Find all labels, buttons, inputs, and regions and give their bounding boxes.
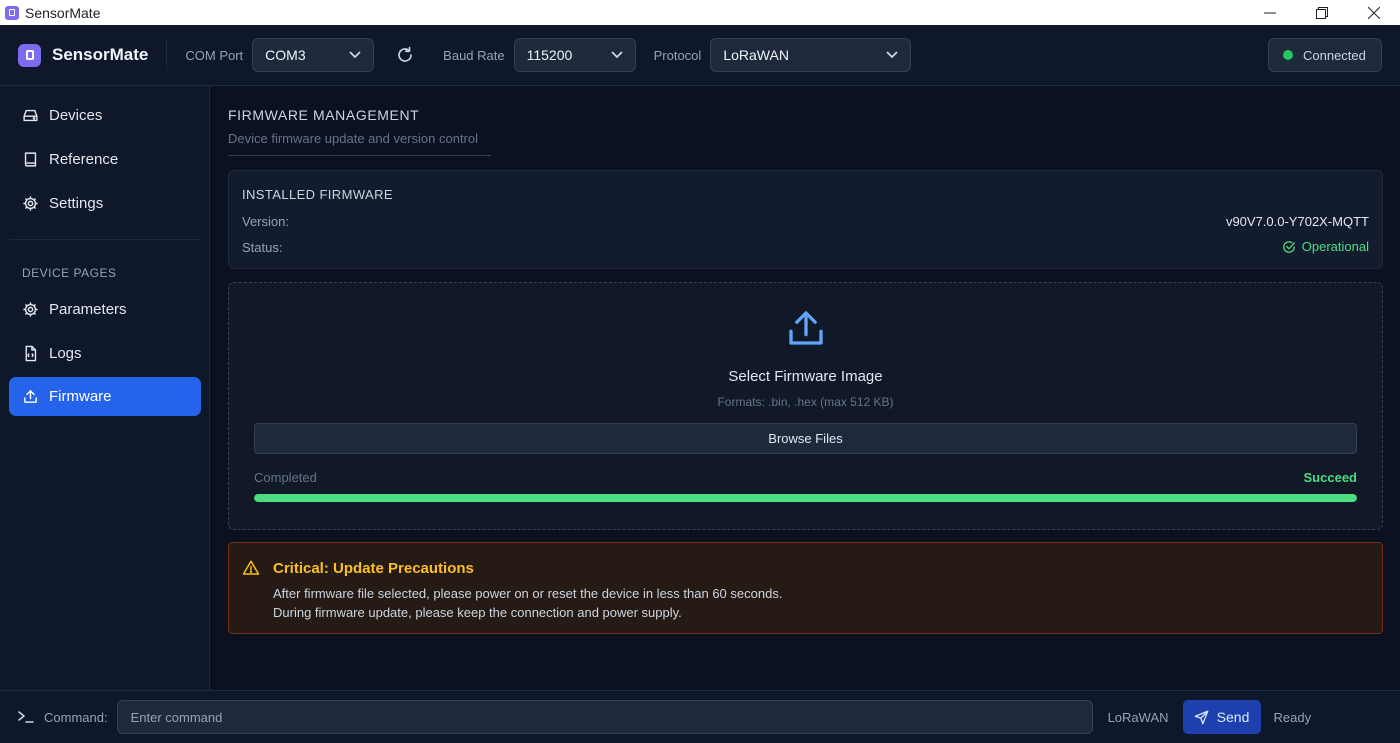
sidebar-divider [9,239,201,240]
firmware-page: FIRMWARE MANAGEMENT Device firmware upda… [211,86,1400,690]
com-port-select[interactable]: COM3 [252,38,375,72]
version-value: v90V7.0.0-Y702X-MQTT [1225,214,1369,229]
version-label: Version: [242,214,289,229]
send-label: Send [1216,709,1250,725]
drive-icon [23,109,38,122]
terminal-prompt-icon [18,711,34,723]
firmware-drop-zone[interactable]: Select Firmware Image Formats: .bin, .he… [228,282,1383,530]
com-port-value: COM3 [265,47,306,63]
protocol-select[interactable]: LoRaWAN [710,38,912,72]
sidebar-item-label: Firmware [49,388,112,405]
minimize-button[interactable] [1244,0,1296,25]
command-label: Command: [44,709,108,725]
restore-button[interactable] [1296,0,1348,25]
sidebar-item-label: Settings [49,195,104,212]
sidebar-section-title: DEVICE PAGES [22,266,117,280]
window-title-bar: SensorMate [0,0,1400,25]
sidebar-item-label: Devices [49,107,103,124]
page-title: FIRMWARE MANAGEMENT [228,107,420,123]
update-precautions-alert: Critical: Update Precautions After firmw… [228,542,1383,634]
minimize-icon [1264,12,1276,13]
close-icon [1368,6,1380,19]
brand-name: SensorMate [52,45,149,64]
toolbar-divider [166,40,168,70]
chevron-down-icon [349,51,361,59]
warning-icon [242,560,260,575]
sidebar: Devices Reference Settings DEVICE PAGES … [0,86,210,690]
sidebar-item-firmware[interactable]: Firmware [9,377,201,416]
sidebar-item-label: Logs [49,345,82,362]
chevron-down-icon [886,51,898,59]
refresh-icon [398,46,412,62]
progress-bar [254,494,1357,502]
upload-icon [789,311,823,345]
sidebar-item-label: Reference [49,151,119,168]
sidebar-item-parameters[interactable]: Parameters [9,290,201,329]
protocol-value: LoRaWAN [723,47,789,63]
installed-firmware-title: INSTALLED FIRMWARE [242,187,393,202]
alert-line: During firmware update, please keep the … [273,605,682,620]
firmware-status: Operational [1282,239,1369,254]
close-button[interactable] [1348,0,1400,25]
page-subtitle: Device firmware update and version contr… [228,131,479,146]
sidebar-item-settings[interactable]: Settings [9,184,201,223]
gear-icon [23,196,38,211]
connection-toolbar: SensorMate COM Port COM3 Baud Rate 11520… [0,25,1400,86]
progress-bar-fill [254,494,1357,502]
supported-formats: Formats: .bin, .hex (max 512 KB) [717,395,894,409]
drop-zone-title: Select Firmware Image [728,368,883,385]
alert-title: Critical: Update Precautions [273,560,474,577]
log-file-icon [25,345,37,362]
restore-icon [1316,6,1328,19]
chevron-down-icon [610,51,623,59]
gear-icon [23,302,38,317]
send-button[interactable]: Send [1182,700,1261,734]
refresh-ports-button[interactable] [396,46,414,64]
connection-status-badge: Connected [1268,38,1382,72]
app-icon [5,5,19,20]
sensormate-logo-icon [18,43,41,67]
baud-rate-select[interactable]: 115200 [513,38,636,72]
browse-files-button[interactable]: Browse Files [254,423,1357,454]
command-input[interactable] [116,700,1093,734]
progress-label: Completed [254,470,317,485]
command-bar: Command: LoRaWAN Send Ready [0,690,1400,743]
sidebar-item-logs[interactable]: Logs [9,334,201,373]
window-title: SensorMate [25,4,101,21]
alert-line: After firmware file selected, please pow… [273,586,783,601]
window-controls [1244,0,1400,25]
installed-firmware-card: INSTALLED FIRMWARE Version: v90V7.0.0-Y7… [228,170,1383,269]
status-label: Status: [242,240,283,255]
connection-status-text: Connected [1303,47,1366,63]
book-icon [24,152,37,167]
com-port-label: COM Port [185,47,244,63]
protocol-label: Protocol [653,47,702,63]
status-dot-icon [1283,50,1293,60]
command-status: Ready [1273,709,1312,725]
send-icon [1194,710,1209,724]
progress-state: Succeed [1303,470,1357,485]
title-divider [228,155,491,156]
command-protocol: LoRaWAN [1107,709,1169,725]
sidebar-item-devices[interactable]: Devices [9,96,201,135]
check-circle-icon [1282,240,1295,253]
firmware-status-text: Operational [1301,239,1369,254]
sidebar-item-reference[interactable]: Reference [9,140,201,179]
upload-icon [24,390,37,403]
baud-rate-value: 115200 [526,47,573,63]
baud-rate-label: Baud Rate [443,47,505,63]
sidebar-item-label: Parameters [49,301,127,318]
